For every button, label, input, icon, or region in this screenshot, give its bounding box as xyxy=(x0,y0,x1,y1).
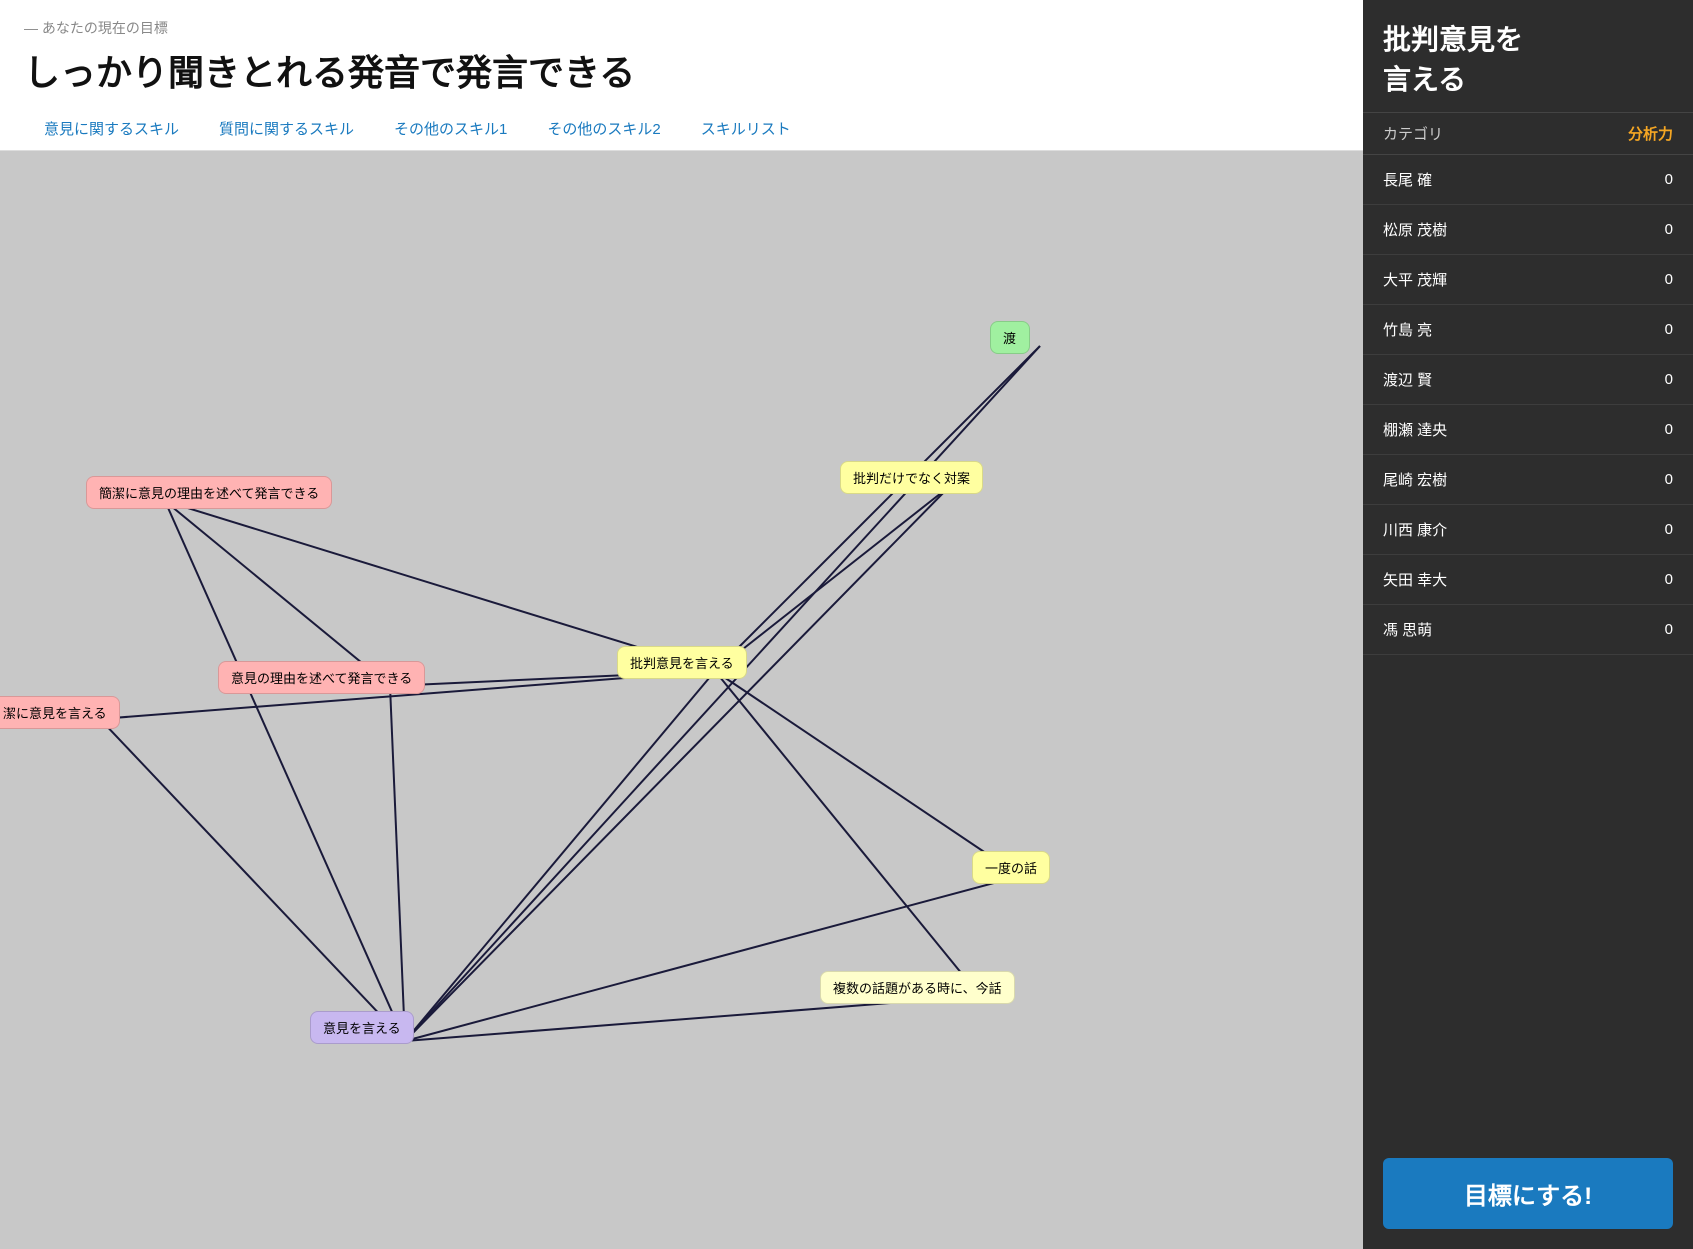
sidebar-header: カテゴリ 分析力 xyxy=(1363,113,1693,155)
sidebar-title: 批判意見を言える xyxy=(1363,0,1693,113)
node-iken-text: 意見を言える xyxy=(323,1021,401,1036)
tab-other1[interactable]: その他のスキル1 xyxy=(374,110,527,150)
main-area: — あなたの現在の目標 しっかり聞きとれる発音で発言できる 意見に関するスキル … xyxy=(0,0,1363,1249)
student-score-7: 0 xyxy=(1643,521,1673,538)
student-score-3: 0 xyxy=(1643,321,1673,338)
node-riyu-text: 意見の理由を述べて発言できる xyxy=(231,671,412,686)
header: — あなたの現在の目標 しっかり聞きとれる発音で発言できる 意見に関するスキル … xyxy=(0,0,1363,151)
sidebar-row-0[interactable]: 長尾 確 0 xyxy=(1363,155,1693,205)
node-hihan-taian-text: 批判だけでなく対案 xyxy=(853,471,970,486)
node-ichido[interactable]: 一度の話 xyxy=(972,851,1050,884)
goal-label: — あなたの現在の目標 xyxy=(24,18,1339,38)
tab-other2[interactable]: その他のスキル2 xyxy=(527,110,680,150)
student-score-8: 0 xyxy=(1643,571,1673,588)
graph-lines xyxy=(0,151,1363,1249)
student-name-1: 松原 茂樹 xyxy=(1383,219,1643,240)
tab-opinion[interactable]: 意見に関するスキル xyxy=(24,110,199,150)
tab-list[interactable]: スキルリスト xyxy=(681,110,811,150)
node-riyu[interactable]: 意見の理由を述べて発言できる xyxy=(218,661,425,694)
student-score-0: 0 xyxy=(1643,171,1673,188)
node-kanketsu[interactable]: 簡潔に意見の理由を述べて発言できる xyxy=(86,476,332,509)
sidebar-row-8[interactable]: 矢田 幸大 0 xyxy=(1363,555,1693,605)
sidebar-row-5[interactable]: 棚瀬 達央 0 xyxy=(1363,405,1693,455)
node-kanketsu-text: 簡潔に意見の理由を述べて発言できる xyxy=(99,486,319,501)
node-hihan-iken[interactable]: 批判意見を言える xyxy=(617,646,747,679)
student-score-4: 0 xyxy=(1643,371,1673,388)
node-iken[interactable]: 意見を言える xyxy=(310,1011,414,1044)
set-goal-button[interactable]: 目標にする! xyxy=(1383,1158,1673,1229)
node-fukusu[interactable]: 複数の話題がある時に、今話 xyxy=(820,971,1015,1004)
node-kiyoku-text: 潔に意見を言える xyxy=(3,706,107,721)
student-name-0: 長尾 確 xyxy=(1383,169,1643,190)
student-score-2: 0 xyxy=(1643,271,1673,288)
node-ichido-text: 一度の話 xyxy=(985,861,1037,876)
student-score-1: 0 xyxy=(1643,221,1673,238)
student-name-5: 棚瀬 達央 xyxy=(1383,419,1643,440)
sidebar-row-2[interactable]: 大平 茂輝 0 xyxy=(1363,255,1693,305)
col-score-label: 分析力 xyxy=(1628,123,1673,144)
node-green-top[interactable]: 渡 xyxy=(990,321,1030,354)
tab-question[interactable]: 質問に関するスキル xyxy=(199,110,374,150)
graph-area: 簡潔に意見の理由を述べて発言できる 意見の理由を述べて発言できる 潔に意見を言え… xyxy=(0,151,1363,1249)
student-name-4: 渡辺 賢 xyxy=(1383,369,1643,390)
student-name-2: 大平 茂輝 xyxy=(1383,269,1643,290)
node-hihan-taian[interactable]: 批判だけでなく対案 xyxy=(840,461,983,494)
sidebar-row-1[interactable]: 松原 茂樹 0 xyxy=(1363,205,1693,255)
node-hihan-iken-text: 批判意見を言える xyxy=(630,656,734,671)
sidebar-row-7[interactable]: 川西 康介 0 xyxy=(1363,505,1693,555)
page-title: しっかり聞きとれる発音で発言できる xyxy=(24,44,1339,96)
sidebar-row-4[interactable]: 渡辺 賢 0 xyxy=(1363,355,1693,405)
sidebar-row-6[interactable]: 尾崎 宏樹 0 xyxy=(1363,455,1693,505)
student-score-5: 0 xyxy=(1643,421,1673,438)
student-name-3: 竹島 亮 xyxy=(1383,319,1643,340)
student-score-6: 0 xyxy=(1643,471,1673,488)
sidebar: 批判意見を言える カテゴリ 分析力 長尾 確 0 松原 茂樹 0 大平 茂輝 0… xyxy=(1363,0,1693,1249)
student-name-7: 川西 康介 xyxy=(1383,519,1643,540)
sidebar-row-3[interactable]: 竹島 亮 0 xyxy=(1363,305,1693,355)
student-score-9: 0 xyxy=(1643,621,1673,638)
node-green-top-text: 渡 xyxy=(1003,331,1016,346)
node-fukusu-text: 複数の話題がある時に、今話 xyxy=(833,981,1002,996)
col-category-label: カテゴリ xyxy=(1383,123,1628,144)
student-name-9: 馮 思萌 xyxy=(1383,619,1643,640)
sidebar-row-9[interactable]: 馮 思萌 0 xyxy=(1363,605,1693,655)
student-name-8: 矢田 幸大 xyxy=(1383,569,1643,590)
node-kiyoku[interactable]: 潔に意見を言える xyxy=(0,696,120,729)
student-name-6: 尾崎 宏樹 xyxy=(1383,469,1643,490)
tab-bar: 意見に関するスキル 質問に関するスキル その他のスキル1 その他のスキル2 スキ… xyxy=(24,110,1339,150)
